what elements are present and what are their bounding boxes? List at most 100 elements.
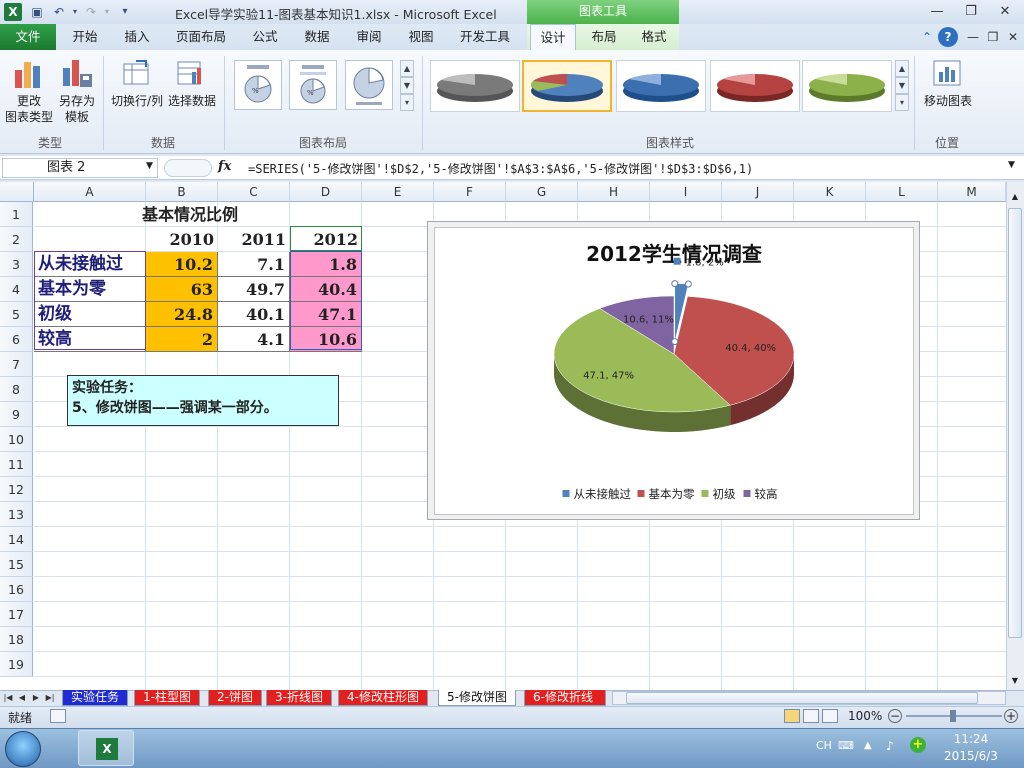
tab-home[interactable]: 开始 (62, 24, 108, 50)
tab-view[interactable]: 视图 (398, 24, 444, 50)
legend-entry[interactable]: 从未接触过 (574, 487, 632, 501)
switch-row-column-icon[interactable] (122, 58, 152, 88)
select-data-label[interactable]: 选择数据 (166, 93, 218, 109)
row-header[interactable]: 10 (0, 427, 33, 452)
task-note[interactable]: 实验任务： 5、修改饼图——强调某一部分。 (67, 375, 339, 426)
minimize-ribbon-icon[interactable]: ⌃ (918, 28, 936, 46)
row-header[interactable]: 9 (0, 402, 33, 427)
row-header[interactable]: 18 (0, 627, 33, 652)
formula-input[interactable]: =SERIES('5-修改饼图'!$D$2,'5-修改饼图'!$A$3:$A$6… (248, 160, 753, 177)
data-label[interactable]: 40.4, 40% (725, 343, 776, 354)
tab-review[interactable]: 审阅 (346, 24, 392, 50)
column-header[interactable]: B (146, 182, 218, 202)
name-box[interactable]: 图表 2 (2, 158, 158, 178)
horizontal-scroll-thumb[interactable] (626, 692, 978, 704)
macro-record-icon[interactable] (50, 709, 66, 723)
zoom-slider-thumb[interactable] (950, 710, 956, 722)
row-header[interactable]: 19 (0, 652, 33, 677)
slice-selection-handle[interactable] (671, 280, 679, 288)
chart-style-3[interactable] (616, 60, 706, 112)
minimize-icon[interactable]: — (924, 2, 950, 22)
tray-expand-icon[interactable]: ▲ (864, 740, 872, 751)
chart-layout-2[interactable]: % (289, 60, 337, 110)
style-gallery-up-icon[interactable]: ▲ (895, 60, 909, 77)
row-header[interactable]: 2 (0, 227, 33, 252)
sheet-tab-edit-line[interactable]: 6-修改折线 (524, 690, 606, 706)
scroll-up-icon[interactable]: ▲ (1007, 190, 1023, 204)
layout-gallery-down-icon[interactable]: ▼ (400, 77, 414, 94)
tab-developer[interactable]: 开发工具 (452, 24, 518, 50)
close-icon[interactable]: ✕ (992, 2, 1018, 22)
column-header[interactable]: M (938, 182, 1006, 202)
tab-file[interactable]: 文件 (0, 24, 56, 50)
wb-close-icon[interactable]: ✕ (1004, 28, 1022, 46)
sheet-tab-bar-chart[interactable]: 1-柱型图 (134, 690, 200, 706)
input-language[interactable]: CH (816, 739, 832, 752)
legend-entry[interactable]: 初级 (713, 487, 736, 501)
layout-gallery-more-icon[interactable]: ▾ (400, 94, 414, 111)
column-header[interactable]: J (722, 182, 794, 202)
chart-style-4[interactable] (710, 60, 800, 112)
slice-selection-handle[interactable] (684, 280, 692, 288)
save-as-template-icon[interactable] (60, 56, 94, 90)
row-header[interactable]: 5 (0, 302, 33, 327)
restore-icon[interactable]: ❐ (958, 2, 984, 22)
zoom-in-icon[interactable]: + (1004, 709, 1018, 723)
taskbar-excel-button[interactable]: X (78, 730, 134, 766)
change-chart-type-icon[interactable] (12, 56, 46, 90)
row-header[interactable]: 1 (0, 202, 33, 227)
cell-2011[interactable]: 7.1 (218, 252, 290, 277)
name-box-dropdown-icon[interactable]: ▼ (146, 161, 153, 171)
layout-gallery-up-icon[interactable]: ▲ (400, 60, 414, 77)
chart-area[interactable]: 2012学生情况调查 1.8, 2% 40.4, 40% 47.1, 47% 10.6… (434, 227, 914, 515)
chart-style-5[interactable] (802, 60, 892, 112)
legend-entry[interactable]: 基本为零 (649, 487, 695, 501)
keyboard-icon[interactable]: ⌨ (838, 739, 854, 752)
column-header[interactable]: L (866, 182, 938, 202)
chart-layout-3[interactable] (345, 60, 393, 110)
row-header[interactable]: 3 (0, 252, 33, 277)
style-gallery-down-icon[interactable]: ▼ (895, 77, 909, 94)
move-chart-label[interactable]: 移动图表 (920, 93, 976, 109)
chart-style-2-selected[interactable] (522, 60, 612, 112)
sheet-tab-edit-pie-active[interactable]: 5-修改饼图 (438, 690, 516, 706)
cell-2010[interactable]: 2 (146, 327, 218, 352)
column-header[interactable]: H (578, 182, 650, 202)
tab-format[interactable]: 格式 (632, 24, 676, 50)
chart-legend[interactable]: 从未接触过 基本为零 初级 较高 (562, 487, 778, 501)
cell-2011[interactable]: 4.1 (218, 327, 290, 352)
column-header[interactable]: K (794, 182, 866, 202)
clock-date[interactable]: 2015/6/3 (940, 749, 1002, 763)
change-chart-type-label-2[interactable]: 图表类型 (2, 109, 56, 125)
select-all-corner[interactable] (0, 182, 34, 202)
row-header[interactable]: 11 (0, 452, 33, 477)
row-header[interactable]: 17 (0, 602, 33, 627)
first-sheet-icon[interactable]: |◀ (2, 691, 14, 705)
column-header[interactable]: G (506, 182, 578, 202)
zoom-out-icon[interactable]: − (888, 709, 902, 723)
row-header[interactable]: 7 (0, 352, 33, 377)
excel-logo-icon[interactable]: X (4, 3, 22, 21)
tab-page-layout[interactable]: 页面布局 (170, 24, 232, 50)
vertical-scroll-thumb[interactable] (1008, 208, 1022, 638)
last-sheet-icon[interactable]: ▶| (44, 691, 56, 705)
chart-style-1[interactable] (430, 60, 520, 112)
column-header[interactable]: F (434, 182, 506, 202)
save-as-template-label-2[interactable]: 模板 (54, 109, 100, 125)
row-header[interactable]: 15 (0, 552, 33, 577)
tab-formulas[interactable]: 公式 (242, 24, 288, 50)
header-year-2011[interactable]: 2011 (218, 227, 290, 252)
data-label[interactable]: 10.6, 11% (623, 314, 674, 325)
tab-design[interactable]: 设计 (530, 24, 576, 51)
wb-minimize-icon[interactable]: — (964, 28, 982, 46)
page-layout-view-icon[interactable] (803, 709, 819, 723)
start-button-icon[interactable] (5, 731, 41, 767)
volume-icon[interactable]: ♪ (886, 739, 894, 753)
move-chart-icon[interactable] (932, 58, 962, 88)
sheet-tab-task[interactable]: 实验任务 (62, 690, 129, 706)
row-header[interactable]: 12 (0, 477, 33, 502)
zoom-level[interactable]: 100% (848, 709, 882, 723)
save-icon[interactable]: ▣ (28, 3, 46, 21)
select-data-icon[interactable] (176, 58, 206, 88)
clock-time[interactable]: 11:24 (944, 732, 998, 746)
